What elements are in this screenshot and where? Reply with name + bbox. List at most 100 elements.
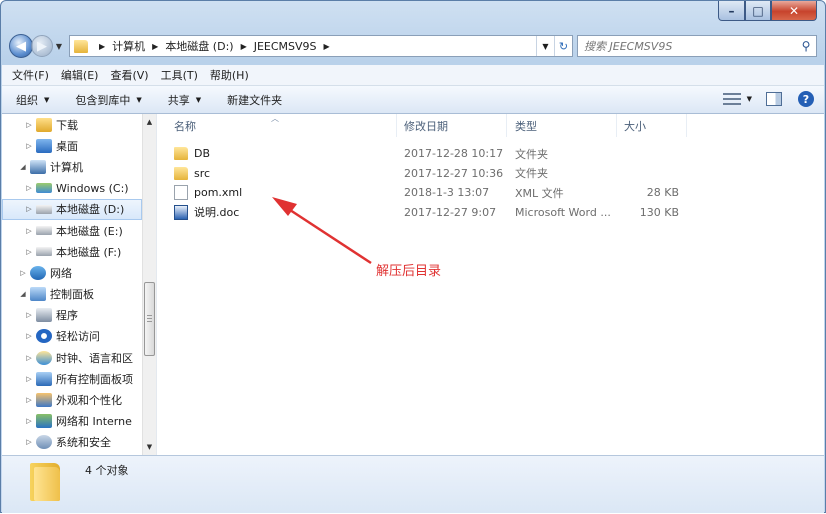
nav-item-drive-c[interactable]: ▷ Windows (C:) [2, 178, 142, 199]
share-button[interactable]: 共享 ▼ [168, 92, 201, 108]
expand-icon[interactable]: ▷ [24, 205, 34, 213]
expand-icon[interactable]: ▷ [24, 121, 34, 129]
file-row-doc[interactable]: 说明.doc 2017-12-27 9:07 Microsoft Word ..… [157, 203, 824, 223]
menu-help[interactable]: 帮助(H) [210, 67, 249, 83]
search-input[interactable] [584, 39, 796, 53]
breadcrumb-drive-d[interactable]: 本地磁盘 (D:) [165, 38, 233, 54]
change-view-icon[interactable] [722, 92, 741, 106]
search-icon[interactable]: ⚲ [796, 39, 816, 53]
nav-item-desktop[interactable]: ▷ 桌面 [2, 135, 142, 156]
address-history-dropdown[interactable]: ▼ [536, 36, 554, 56]
collapse-icon[interactable]: ◢ [18, 290, 28, 298]
nav-scrollbar[interactable]: ▲ ▼ [142, 114, 156, 455]
nav-item-drive-e[interactable]: ▷ 本地磁盘 (E:) [2, 220, 142, 241]
nav-item-control-panel[interactable]: ◢ 控制面板 [2, 284, 142, 305]
nav-item-downloads[interactable]: ▷ 下载 [2, 114, 142, 135]
drive-icon [36, 204, 52, 214]
nav-item-clock-language[interactable]: ▷ 时钟、语言和区 [2, 347, 142, 368]
preview-pane-icon[interactable] [766, 92, 782, 106]
include-in-library-button[interactable]: 包含到库中 ▼ [75, 92, 141, 108]
minimize-button[interactable]: – [718, 1, 745, 21]
file-name: 说明.doc [194, 206, 240, 220]
column-type-label: 类型 [515, 119, 537, 133]
expand-icon[interactable]: ▷ [24, 332, 34, 340]
expand-icon[interactable]: ▷ [24, 184, 34, 192]
column-size[interactable]: 大小 [617, 114, 687, 137]
file-type: 文件夹 [515, 147, 548, 161]
file-date: 2017-12-27 9:07 [404, 205, 497, 219]
refresh-icon[interactable]: ↻ [554, 36, 572, 56]
chevron-right-icon[interactable]: ▶ [152, 42, 158, 51]
expand-icon[interactable]: ▷ [24, 311, 34, 319]
close-button[interactable]: ✕ [771, 1, 817, 21]
nav-item-label: 控制面板 [50, 288, 94, 302]
file-size: 130 KB [639, 205, 679, 219]
nav-item-drive-d[interactable]: ▷ 本地磁盘 (D:) [2, 198, 142, 220]
nav-item-network[interactable]: ▷ 网络 [2, 262, 142, 283]
address-row: ◀ ▶ ▼ ▶ 计算机 ▶ 本地磁盘 (D:) ▶ JEECMSV9S ▶ ▼ … [9, 32, 817, 60]
maximize-button[interactable]: □ [745, 1, 771, 21]
chevron-right-icon[interactable]: ▶ [324, 42, 330, 51]
menu-tools[interactable]: 工具(T) [161, 67, 198, 83]
expand-icon[interactable]: ▷ [24, 142, 34, 150]
breadcrumb-jeecmsv9s[interactable]: JEECMSV9S [254, 40, 317, 53]
nav-item-all-control-panel[interactable]: ▷ 所有控制面板项 [2, 368, 142, 389]
main-area: ▷ 下载 ▷ 桌面 ◢ 计算机 ▷ Windows (C:) ▷ 本地磁盘 (D… [2, 114, 824, 455]
file-row-db[interactable]: DB 2017-12-28 10:17 文件夹 [157, 144, 824, 164]
file-name: DB [194, 147, 211, 161]
nav-item-label: 时钟、语言和区 [56, 351, 133, 365]
chevron-right-icon[interactable]: ▶ [99, 42, 105, 51]
nav-item-computer[interactable]: ◢ 计算机 [2, 156, 142, 177]
expand-icon[interactable]: ▷ [18, 269, 28, 277]
chevron-right-icon[interactable]: ▶ [241, 42, 247, 51]
column-date[interactable]: 修改日期 [397, 114, 507, 137]
expand-icon[interactable]: ▷ [24, 227, 34, 235]
menu-file[interactable]: 文件(F) [12, 67, 49, 83]
recent-pages-dropdown[interactable]: ▼ [53, 42, 65, 51]
item-count: 4 个对象 [85, 464, 129, 477]
nav-item-label: 本地磁盘 (F:) [56, 245, 122, 259]
file-row-pom[interactable]: pom.xml 2018-1-3 13:07 XML 文件 28 KB [157, 183, 824, 203]
address-bar[interactable]: ▶ 计算机 ▶ 本地磁盘 (D:) ▶ JEECMSV9S ▶ ▼ ↻ [69, 35, 573, 57]
nav-item-drive-f[interactable]: ▷ 本地磁盘 (F:) [2, 241, 142, 262]
expand-icon[interactable]: ▷ [24, 354, 34, 362]
nav-item-label: 程序 [56, 309, 78, 323]
new-folder-button[interactable]: 新建文件夹 [227, 92, 282, 108]
nav-item-label: 计算机 [50, 160, 83, 174]
desktop-icon [36, 138, 52, 153]
back-button[interactable]: ◀ [9, 34, 33, 58]
scrollbar-thumb[interactable] [144, 282, 155, 356]
folder-icon [174, 147, 188, 161]
expand-icon[interactable]: ▷ [24, 396, 34, 404]
expand-icon[interactable]: ▷ [24, 438, 34, 446]
organize-button[interactable]: 组织 ▼ [16, 92, 49, 108]
nav-item-network-internet[interactable]: ▷ 网络和 Interne [2, 411, 142, 432]
scroll-up-icon[interactable]: ▲ [143, 114, 156, 130]
chevron-down-icon[interactable]: ▼ [747, 95, 752, 103]
file-type: 文件夹 [515, 167, 548, 181]
chevron-down-icon: ▼ [195, 95, 202, 104]
drive-icon [36, 226, 52, 236]
menu-view[interactable]: 查看(V) [110, 67, 148, 83]
menu-edit[interactable]: 编辑(E) [61, 67, 99, 83]
nav-item-programs[interactable]: ▷ 程序 [2, 305, 142, 326]
scroll-down-icon[interactable]: ▼ [143, 439, 156, 455]
column-type[interactable]: 类型 [507, 114, 617, 137]
help-icon[interactable]: ? [798, 91, 814, 107]
search-box[interactable]: ⚲ [577, 35, 817, 57]
breadcrumb: ▶ 计算机 ▶ 本地磁盘 (D:) ▶ JEECMSV9S ▶ [92, 38, 337, 54]
expand-icon[interactable]: ▷ [24, 417, 34, 425]
forward-button[interactable]: ▶ [31, 35, 53, 57]
breadcrumb-computer[interactable]: 计算机 [112, 38, 145, 54]
explorer-window: – □ ✕ ◀ ▶ ▼ ▶ 计算机 ▶ 本地磁盘 (D:) ▶ JEECMSV9… [0, 0, 826, 513]
file-row-src[interactable]: src 2017-12-27 10:36 文件夹 [157, 164, 824, 184]
nav-item-system-security[interactable]: ▷ 系统和安全 [2, 432, 142, 453]
computer-icon [30, 159, 46, 174]
nav-item-ease-of-access[interactable]: ▷ 轻松访问 [2, 326, 142, 347]
expand-icon[interactable]: ▷ [24, 248, 34, 256]
expand-icon[interactable]: ▷ [24, 375, 34, 383]
collapse-icon[interactable]: ◢ [18, 163, 28, 171]
column-name[interactable]: ︿ 名称 [157, 114, 397, 137]
nav-item-appearance[interactable]: ▷ 外观和个性化 [2, 389, 142, 410]
all-control-panel-icon [36, 371, 52, 386]
